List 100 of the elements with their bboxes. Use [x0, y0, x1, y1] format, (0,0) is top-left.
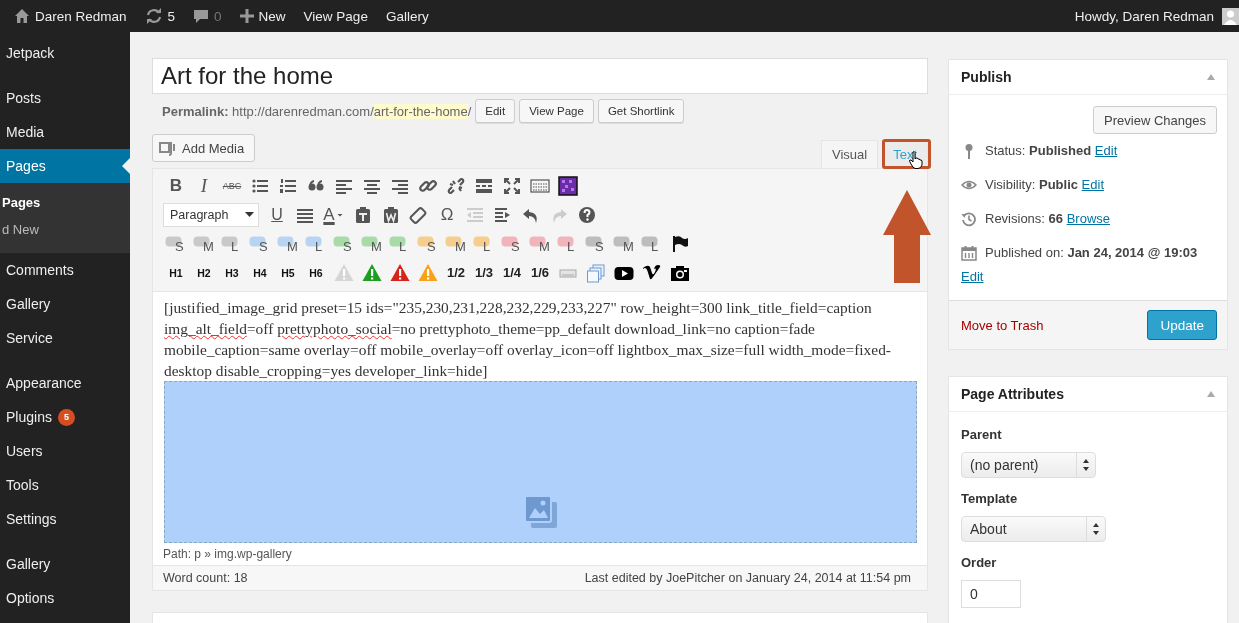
shortcode-button[interactable]: S: [246, 231, 274, 256]
media-icon: [159, 140, 177, 156]
preview-changes-button[interactable]: Preview Changes: [1093, 106, 1217, 134]
heading-button[interactable]: H6: [302, 266, 330, 279]
shortcode-button[interactable]: L: [554, 231, 582, 256]
flag-icon[interactable]: [670, 233, 690, 254]
menu-item[interactable]: Media: [0, 115, 130, 149]
column-button[interactable]: 1/3: [470, 265, 498, 280]
editor-tab[interactable]: Visual: [820, 140, 879, 168]
heading-button[interactable]: H4: [246, 266, 274, 279]
menu-item[interactable]: Tools: [0, 468, 130, 502]
move-to-trash-link[interactable]: Move to Trash: [961, 317, 1044, 333]
shortcode-button[interactable]: M: [526, 231, 554, 256]
dropdown[interactable]: About: [961, 516, 1106, 542]
menu-item[interactable]: Posts: [0, 81, 130, 115]
heading-button[interactable]: H3: [218, 266, 246, 279]
warning-icon[interactable]: [362, 262, 382, 283]
publish-info: Status: Published Edit: [985, 142, 1119, 160]
shortcode-text: [justified_image_grid preset=15 ids="235,230,231,228,232,229,233,227" row_height=300 link_title_field=caption img_alt_field=off prettyphoto_social=no prettyphoto_theme=pp_default download_link=no caption=fade mobile_caption=same overlay=off mobile_overlay=off overlay_icon=off lightbox_max_size=full width_mode=fixed-desktop disable_cropping=yes developer_link=hide]: [164, 298, 892, 381]
menu-item[interactable]: Jetpack: [0, 36, 130, 70]
edit-link[interactable]: Browse: [1066, 211, 1111, 226]
shortcode-button[interactable]: S: [498, 231, 526, 256]
menu-item[interactable]: Comments: [0, 253, 130, 287]
menu-item[interactable]: Options: [0, 581, 130, 615]
shortcode-button[interactable]: L: [386, 231, 414, 256]
column-button[interactable]: 1/4: [498, 265, 526, 280]
field-label: Template: [961, 491, 1019, 508]
shortcode-button[interactable]: L: [638, 231, 666, 256]
menu-item[interactable]: Gallery: [0, 287, 130, 321]
menu-item[interactable]: Service: [0, 321, 130, 355]
heading-button[interactable]: H1: [162, 266, 190, 279]
update-count[interactable]: 5: [167, 8, 176, 24]
menu-item[interactable]: Gallery: [0, 547, 130, 581]
shortcode-button[interactable]: M: [274, 231, 302, 256]
panel-title: Publish: [961, 69, 1012, 85]
help-icon[interactable]: [577, 204, 597, 225]
publish-info: Visibility: Public Edit: [985, 176, 1105, 194]
bold-button[interactable]: B: [162, 175, 190, 196]
heading-button[interactable]: H2: [190, 266, 218, 279]
menu-item[interactable]: Appearance: [0, 366, 130, 400]
menu-item[interactable]: Pages: [0, 149, 130, 183]
heading-button[interactable]: H5: [274, 266, 302, 279]
title-field[interactable]: Art for the home: [152, 58, 928, 94]
submenu-item[interactable]: d New: [0, 216, 130, 243]
fullscreen-icon[interactable]: [502, 175, 522, 196]
text-color-button[interactable]: A: [319, 204, 339, 225]
field-label: Parent: [961, 427, 1003, 444]
last-edited-text: Last edited by JoePitcher on January 24, 2014 at 11:54 pm: [584, 571, 911, 585]
edit-link[interactable]: Edit: [1094, 143, 1118, 158]
clipboard-icon[interactable]: [381, 204, 401, 225]
permalink-text: Permalink: http://darenredman.com/art-for-the-home/: [162, 103, 472, 119]
greeting-link[interactable]: Howdy, Daren Redman: [1074, 8, 1214, 24]
special-character-button[interactable]: Ω: [433, 204, 461, 225]
edit-link[interactable]: Edit: [1081, 177, 1104, 192]
strikethrough-button[interactable]: ABC: [218, 180, 246, 191]
shortcode-button[interactable]: S: [162, 231, 190, 256]
permalink-button[interactable]: View Page: [519, 99, 594, 123]
home-icon[interactable]: [14, 8, 30, 24]
dropdown[interactable]: (no parent): [961, 452, 1096, 478]
shortcode-button[interactable]: M: [190, 231, 218, 256]
shortcode-button[interactable]: S: [330, 231, 358, 256]
element-path: Path: p » img.wp-gallery: [162, 546, 293, 563]
warning-icon[interactable]: [390, 262, 410, 283]
site-name-link[interactable]: Daren Redman: [35, 8, 127, 24]
menu-item[interactable]: Users: [0, 434, 130, 468]
shortcode-button[interactable]: L: [302, 231, 330, 256]
menu-item[interactable]: Settings: [0, 502, 130, 536]
toolbar-link[interactable]: Gallery: [385, 8, 429, 24]
grid-icon[interactable]: [558, 175, 578, 196]
column-button[interactable]: 1/6: [526, 265, 554, 280]
field-label: Order: [961, 555, 998, 572]
copies-icon[interactable]: [586, 262, 606, 283]
order-field[interactable]: 0: [961, 580, 1021, 608]
word-count: Word count: 18: [163, 571, 248, 585]
comment-count[interactable]: 0: [214, 8, 222, 24]
column-button[interactable]: 1/2: [442, 265, 470, 280]
new-link[interactable]: New: [258, 8, 286, 24]
toolbar-link[interactable]: View Page: [303, 8, 368, 24]
submenu-item[interactable]: Pages: [0, 189, 130, 216]
permalink-button[interactable]: Get Shortlink: [597, 99, 685, 123]
shortcode-button[interactable]: M: [610, 231, 638, 256]
format-dropdown[interactable]: Paragraph: [163, 202, 259, 227]
publish-info: Revisions: 66 Browse: [985, 210, 1112, 228]
edit-link[interactable]: Edit: [961, 269, 984, 284]
eraser-icon[interactable]: [409, 204, 429, 225]
underline-button[interactable]: U: [263, 205, 291, 224]
add-media-button[interactable]: Add Media: [152, 134, 256, 162]
shortcode-button[interactable]: M: [358, 231, 386, 256]
comment-icon[interactable]: [193, 8, 210, 24]
shortcode-button[interactable]: L: [218, 231, 246, 256]
refresh-icon[interactable]: [144, 8, 163, 24]
shortcode-button[interactable]: S: [582, 231, 610, 256]
plus-icon[interactable]: [239, 9, 254, 23]
shortcode-button[interactable]: M: [442, 231, 470, 256]
unlink-icon[interactable]: [446, 175, 466, 196]
clipboard-icon[interactable]: [353, 204, 373, 225]
permalink-button[interactable]: Edit: [475, 99, 516, 123]
italic-button[interactable]: I: [190, 174, 218, 197]
menu-item[interactable]: Plugins 5: [0, 400, 130, 434]
panel-title: Page Attributes: [961, 386, 1064, 402]
